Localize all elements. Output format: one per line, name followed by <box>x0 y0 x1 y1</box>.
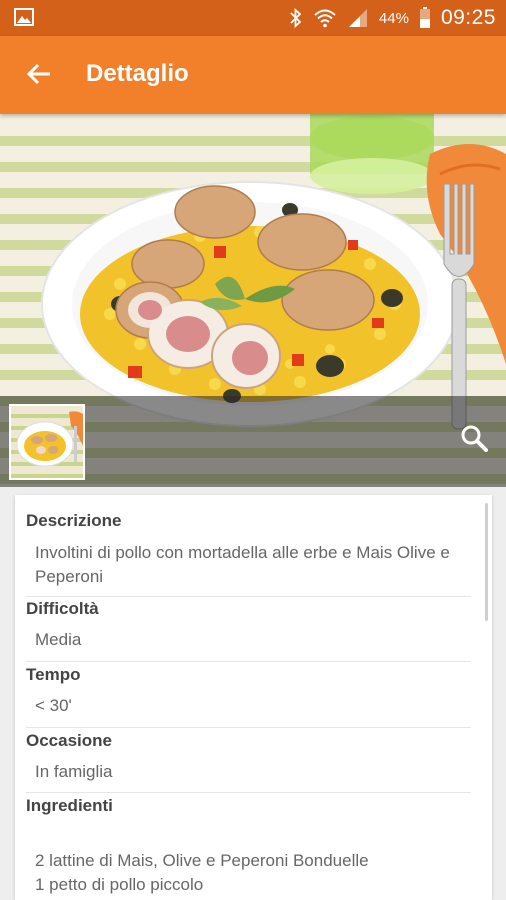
arrow-back-icon <box>26 62 52 91</box>
back-button[interactable] <box>14 51 64 101</box>
description-value: Involtini di pollo con mortadella alle e… <box>35 543 450 586</box>
status-bar: 44% 09:25 <box>0 0 506 36</box>
description-label: Descrizione <box>26 511 122 530</box>
scrollbar[interactable] <box>485 503 488 621</box>
ingredient-item: 2 lattine di Mais, Olive e Peperoni Bond… <box>35 851 369 870</box>
divider <box>26 792 471 793</box>
image-gallery-strip <box>0 396 506 487</box>
ingredients-section: Ingredienti 2 lattine di Mais, Olive e P… <box>26 796 471 897</box>
wifi-icon <box>313 8 337 28</box>
time-value: < 30' <box>35 696 72 715</box>
ingredients-label: Ingredienti <box>26 796 113 815</box>
signal-icon <box>347 8 369 28</box>
clock: 09:25 <box>440 6 496 29</box>
gallery-thumbnail[interactable] <box>9 404 85 480</box>
occasion-label: Occasione <box>26 731 112 750</box>
difficulty-value: Media <box>35 630 82 649</box>
description-section: Descrizione Involtini di pollo con morta… <box>26 511 471 589</box>
bluetooth-icon <box>289 8 303 28</box>
ingredient-item: 1 petto di pollo piccolo <box>35 875 204 894</box>
image-notification-icon <box>14 8 34 26</box>
divider <box>26 661 471 662</box>
recipe-hero-image[interactable] <box>0 114 506 487</box>
difficulty-label: Difficoltà <box>26 599 99 618</box>
page-title: Dettaglio <box>86 60 189 87</box>
battery-percent: 44% <box>378 9 409 27</box>
app-bar: Dettaglio <box>0 36 506 114</box>
battery-icon <box>419 7 431 29</box>
divider <box>26 727 471 728</box>
divider <box>26 596 471 597</box>
occasion-section: Occasione In famiglia <box>26 731 471 784</box>
zoom-button[interactable] <box>460 424 496 460</box>
occasion-value: In famiglia <box>35 762 113 781</box>
time-section: Tempo < 30' <box>26 665 471 718</box>
time-label: Tempo <box>26 665 81 684</box>
difficulty-section: Difficoltà Media <box>26 599 471 652</box>
recipe-details-card[interactable]: Descrizione Involtini di pollo con morta… <box>15 495 492 900</box>
